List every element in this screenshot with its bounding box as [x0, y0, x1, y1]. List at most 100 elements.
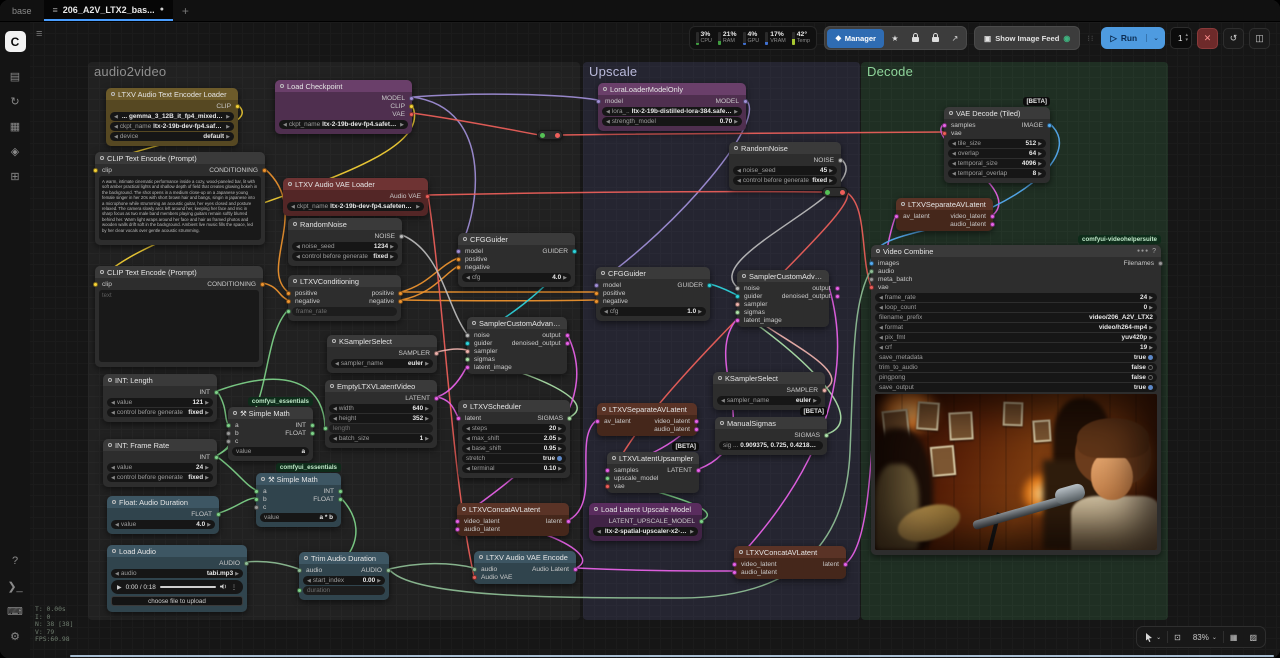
- input-dot[interactable]: [735, 318, 740, 323]
- collapse-dot-icon[interactable]: [949, 111, 953, 115]
- random-noise-2-widget-noise_seed[interactable]: ◀noise_seed45▶: [733, 166, 837, 175]
- node-load-audio[interactable]: Load AudioAUDIO◀audiotabi.mp3▶▶0:00 / 0:…: [107, 545, 247, 612]
- vae-decode-tiled-widget-overlap[interactable]: ◀overlap64▶: [948, 149, 1046, 158]
- lora-loader-model-only-in-model[interactable]: model: [598, 97, 623, 105]
- node-header-lora-loader-model-only[interactable]: LoraLoaderModelOnly: [598, 83, 746, 95]
- node-cfg-guider-2[interactable]: CFGGuidermodelpositivenegativeGUIDER◀cfg…: [596, 267, 710, 321]
- input-dot[interactable]: [465, 365, 470, 370]
- output-dot[interactable]: [572, 249, 577, 254]
- collapse-dot-icon[interactable]: [293, 279, 297, 283]
- widget-left-arrow-icon[interactable]: ◀: [737, 168, 741, 174]
- node-ltxv-separate-av-latent-1[interactable]: LTXVSeparateAVLatentav_latentvideo_laten…: [597, 403, 697, 436]
- collapse-dot-icon[interactable]: [462, 507, 466, 511]
- clip-text-encode-positive-in-clip[interactable]: clip: [95, 166, 112, 174]
- cfg-guider-1-in-positive[interactable]: positive: [458, 255, 490, 263]
- widget-left-arrow-icon[interactable]: ◀: [952, 151, 956, 157]
- input-dot[interactable]: [456, 416, 461, 421]
- widget-left-arrow-icon[interactable]: ◀: [111, 410, 115, 416]
- load-checkpoint-out-MODEL[interactable]: MODEL: [382, 94, 412, 102]
- widget-left-arrow-icon[interactable]: ◀: [333, 436, 337, 442]
- output-dot[interactable]: [398, 299, 403, 304]
- toggle-dot-icon[interactable]: [1148, 355, 1153, 360]
- input-dot[interactable]: [286, 309, 291, 314]
- input-dot[interactable]: [254, 505, 259, 510]
- ltxv-conditioning-out-positive[interactable]: positive: [369, 289, 401, 297]
- collapse-dot-icon[interactable]: [472, 321, 476, 325]
- ltxv-scheduler-out-SIGMAS[interactable]: SIGMAS: [537, 414, 570, 422]
- vae-decode-tiled-out-IMAGE[interactable]: IMAGE: [1022, 121, 1050, 129]
- output-dot[interactable]: [386, 568, 391, 573]
- node-header-ksampler-select-1[interactable]: KSamplerSelect: [327, 335, 437, 347]
- sampler-custom-advanced-2-out-denoised_output[interactable]: denoised_output: [782, 292, 838, 300]
- widget-right-arrow-icon[interactable]: ▶: [425, 416, 429, 422]
- widget-left-arrow-icon[interactable]: ◀: [952, 171, 956, 177]
- ksampler-select-1-out-SAMPLER[interactable]: SAMPLER: [398, 349, 437, 357]
- widget-right-arrow-icon[interactable]: ▶: [235, 571, 239, 577]
- node-header-manual-sigmas[interactable]: ManualSigmas: [715, 417, 827, 429]
- output-dot[interactable]: [838, 158, 843, 163]
- output-dot[interactable]: [262, 168, 267, 173]
- input-dot[interactable]: [594, 291, 599, 296]
- node-header-random-noise-2[interactable]: RandomNoise: [729, 142, 841, 154]
- output-dot[interactable]: [990, 214, 995, 219]
- video-combine-widget-loop_count[interactable]: ◀loop_count0▶: [875, 303, 1157, 312]
- widget-right-arrow-icon[interactable]: ▶: [558, 436, 562, 442]
- node-int-frame-rate[interactable]: INT: Frame RateINT◀value24▶◀control befo…: [103, 439, 217, 487]
- toggle-dot-icon[interactable]: [1148, 375, 1153, 380]
- widget-right-arrow-icon[interactable]: ▶: [734, 109, 738, 115]
- output-dot[interactable]: [694, 427, 699, 432]
- video-combine-in-vae[interactable]: vae: [871, 283, 912, 291]
- output-dot[interactable]: [567, 416, 572, 421]
- sampler-custom-advanced-1-in-sigmas[interactable]: sigmas: [467, 355, 512, 363]
- widget-left-arrow-icon[interactable]: ◀: [335, 361, 339, 367]
- collapse-dot-icon[interactable]: [739, 550, 743, 554]
- node-ltxv-concat-av-latent-1[interactable]: LTXVConcatAVLatentvideo_latentaudio_late…: [457, 503, 569, 536]
- load-checkpoint-widget-ckpt_name[interactable]: ◀ckpt_nameltx-2-19b-dev-fp4.safetensors▶: [279, 120, 408, 129]
- output-dot[interactable]: [398, 291, 403, 296]
- unsaved-dot-icon[interactable]: ●: [160, 6, 164, 13]
- video-combine-toggle-trim_to_audio[interactable]: trim_to_audiofalse: [875, 363, 1157, 372]
- ksampler-select-2-out-SAMPLER[interactable]: SAMPLER: [786, 386, 825, 394]
- output-dot[interactable]: [696, 468, 701, 473]
- reroute-node-2[interactable]: [822, 187, 848, 197]
- simple-math-2-in-c[interactable]: c: [256, 503, 267, 511]
- vae-decode-tiled-widget-temporal_size[interactable]: ◀temporal_size4096▶: [948, 159, 1046, 168]
- input-dot[interactable]: [735, 302, 740, 307]
- simple-math-2-in-a[interactable]: a: [256, 487, 267, 495]
- history-button[interactable]: ↺: [1223, 28, 1244, 49]
- sampler-custom-advanced-1-in-noise[interactable]: noise: [467, 331, 512, 339]
- reroute-out-dot[interactable]: [555, 133, 560, 138]
- input-dot[interactable]: [465, 357, 470, 362]
- widget-left-arrow-icon[interactable]: ◀: [296, 244, 300, 250]
- input-dot[interactable]: [594, 283, 599, 288]
- node-header-ltxv-separate-av-latent-1[interactable]: LTXVSeparateAVLatent: [597, 403, 697, 415]
- sidebar-model-library-icon[interactable]: ◈: [4, 140, 26, 162]
- widget-left-arrow-icon[interactable]: ◀: [296, 254, 300, 260]
- input-dot[interactable]: [605, 484, 610, 489]
- input-dot[interactable]: [455, 527, 460, 532]
- widget-right-arrow-icon[interactable]: ▶: [205, 475, 209, 481]
- node-load-checkpoint[interactable]: Load CheckpointMODELCLIPVAE◀ckpt_nameltx…: [275, 80, 412, 134]
- collapse-dot-icon[interactable]: [463, 404, 467, 408]
- toolbar-drag-handle[interactable]: ⁝⁝: [1087, 34, 1094, 43]
- node-empty-ltxv-latent-video[interactable]: EmptyLTXVLatentVideoLATENT◀width640▶◀hei…: [325, 380, 437, 448]
- ltxv-latent-upsampler-in-upscale_model[interactable]: upscale_model: [607, 474, 658, 482]
- ltxv-audio-vae-loader-out-Audio VAE[interactable]: Audio VAE: [390, 192, 428, 200]
- output-dot[interactable]: [990, 222, 995, 227]
- video-combine-widget-format[interactable]: ◀formatvideo/h264-mp4▶: [875, 323, 1157, 332]
- input-dot[interactable]: [594, 299, 599, 304]
- ltxv-separate-av-latent-1-out-audio_latent[interactable]: audio_latent: [654, 425, 697, 433]
- output-dot[interactable]: [310, 431, 315, 436]
- output-dot[interactable]: [565, 341, 570, 346]
- node-int-length[interactable]: INT: LengthINT◀value121▶◀control before …: [103, 374, 217, 422]
- input-dot[interactable]: [323, 426, 328, 431]
- node-ltxv-scheduler[interactable]: LTXVSchedulerlatentSIGMAS◀steps20▶◀max_s…: [458, 400, 570, 478]
- sidebar-refresh-icon[interactable]: ↻: [4, 90, 26, 112]
- node-float-audio-duration[interactable]: Float: Audio DurationFLOAT◀value4.0▶: [107, 496, 219, 534]
- input-dot[interactable]: [596, 99, 601, 104]
- output-dot[interactable]: [338, 489, 343, 494]
- node-header-cfg-guider-1[interactable]: CFGGuider: [458, 233, 575, 245]
- lock-b-button[interactable]: [926, 29, 944, 48]
- clip-text-encode-positive-out-CONDITIONING[interactable]: CONDITIONING: [209, 166, 265, 174]
- simple-math-1-out-FLOAT[interactable]: FLOAT: [285, 429, 313, 437]
